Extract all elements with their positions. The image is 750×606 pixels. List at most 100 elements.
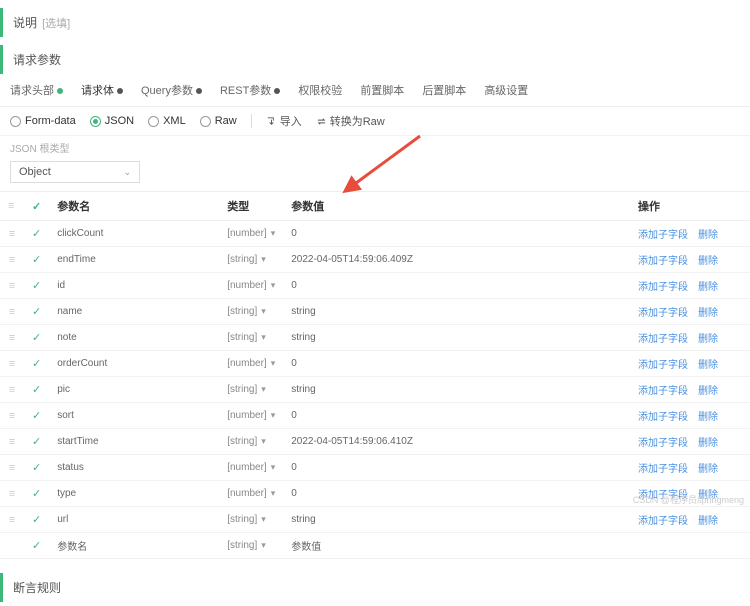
drag-handle-icon[interactable]: ≡ xyxy=(9,228,15,240)
tab-权限校验[interactable]: 权限校验 xyxy=(298,82,342,98)
param-value[interactable]: 0 xyxy=(283,455,630,481)
required-check-icon[interactable]: ✓ xyxy=(32,410,41,422)
drag-handle-icon[interactable]: ≡ xyxy=(9,384,15,396)
add-child-link[interactable]: 添加子字段 xyxy=(638,438,688,449)
required-check-icon[interactable]: ✓ xyxy=(32,540,41,552)
add-child-link[interactable]: 添加子字段 xyxy=(638,334,688,345)
param-type-select[interactable]: [string]▾ xyxy=(227,332,275,343)
param-name[interactable]: orderCount xyxy=(49,351,219,377)
param-value[interactable]: string xyxy=(283,507,630,533)
param-type-select[interactable]: [string]▾ xyxy=(227,306,275,317)
required-check-icon[interactable]: ✓ xyxy=(32,514,41,526)
delete-link[interactable]: 删除 xyxy=(698,412,718,423)
tab-请求头部[interactable]: 请求头部 xyxy=(10,82,63,98)
drag-handle-icon[interactable]: ≡ xyxy=(9,280,15,292)
required-check-icon[interactable]: ✓ xyxy=(32,306,41,318)
drag-handle-icon[interactable]: ≡ xyxy=(9,254,15,266)
drag-handle-icon[interactable]: ≡ xyxy=(9,306,15,318)
delete-link[interactable]: 删除 xyxy=(698,282,718,293)
param-value[interactable]: 0 xyxy=(283,481,630,507)
param-name[interactable]: type xyxy=(49,481,219,507)
param-name[interactable]: name xyxy=(49,299,219,325)
param-type-select[interactable]: [number]▾ xyxy=(227,358,275,369)
param-type-select[interactable]: [number]▾ xyxy=(227,410,275,421)
required-check-icon[interactable]: ✓ xyxy=(32,436,41,448)
required-check-icon[interactable]: ✓ xyxy=(32,358,41,370)
param-value-input[interactable]: 参数值 xyxy=(283,533,630,559)
add-child-link[interactable]: 添加子字段 xyxy=(638,256,688,267)
required-check-icon[interactable]: ✓ xyxy=(32,254,41,266)
tab-后置脚本[interactable]: 后置脚本 xyxy=(422,82,466,98)
param-name-input[interactable]: 参数名 xyxy=(49,533,219,559)
delete-link[interactable]: 删除 xyxy=(698,438,718,449)
param-name[interactable]: id xyxy=(49,273,219,299)
param-value[interactable]: string xyxy=(283,325,630,351)
param-name[interactable]: url xyxy=(49,507,219,533)
delete-link[interactable]: 删除 xyxy=(698,464,718,475)
param-value[interactable]: 0 xyxy=(283,351,630,377)
add-child-link[interactable]: 添加子字段 xyxy=(638,412,688,423)
add-child-link[interactable]: 添加子字段 xyxy=(638,360,688,371)
import-button[interactable]: 导入 xyxy=(266,113,302,129)
param-type-select[interactable]: [string]▾ xyxy=(227,384,275,395)
format-radio-raw[interactable]: Raw xyxy=(200,115,237,127)
drag-handle-icon[interactable]: ≡ xyxy=(9,488,15,500)
param-name[interactable]: startTime xyxy=(49,429,219,455)
drag-handle-icon[interactable]: ≡ xyxy=(9,358,15,370)
required-check-icon[interactable]: ✓ xyxy=(32,488,41,500)
param-value[interactable]: 0 xyxy=(283,221,630,247)
param-type-select[interactable]: [string]▾ xyxy=(227,254,275,265)
param-value[interactable]: 2022-04-05T14:59:06.410Z xyxy=(283,429,630,455)
param-value[interactable]: 0 xyxy=(283,273,630,299)
drag-handle-icon[interactable]: ≡ xyxy=(9,514,15,526)
tab-请求体[interactable]: 请求体 xyxy=(81,82,123,98)
required-check-icon[interactable]: ✓ xyxy=(32,332,41,344)
param-type-select[interactable]: [number]▾ xyxy=(227,462,275,473)
tab-Query参数[interactable]: Query参数 xyxy=(141,82,202,98)
add-child-link[interactable]: 添加子字段 xyxy=(638,282,688,293)
format-radio-xml[interactable]: XML xyxy=(148,115,186,127)
param-name[interactable]: clickCount xyxy=(49,221,219,247)
format-radio-form-data[interactable]: Form-data xyxy=(10,115,76,127)
root-type-select[interactable]: Object ⌄ xyxy=(10,161,140,183)
add-child-link[interactable]: 添加子字段 xyxy=(638,308,688,319)
param-type-select[interactable]: [string]▾ xyxy=(227,436,275,447)
tab-高级设置[interactable]: 高级设置 xyxy=(484,82,528,98)
required-check-icon[interactable]: ✓ xyxy=(32,384,41,396)
add-child-link[interactable]: 添加子字段 xyxy=(638,386,688,397)
tab-前置脚本[interactable]: 前置脚本 xyxy=(360,82,404,98)
delete-link[interactable]: 删除 xyxy=(698,386,718,397)
param-value[interactable]: 0 xyxy=(283,403,630,429)
add-child-link[interactable]: 添加子字段 xyxy=(638,516,688,527)
param-name[interactable]: note xyxy=(49,325,219,351)
add-child-link[interactable]: 添加子字段 xyxy=(638,464,688,475)
param-type-select[interactable]: [string]▾ xyxy=(227,540,275,551)
convert-button[interactable]: 转换为Raw xyxy=(316,113,385,129)
drag-handle-icon[interactable]: ≡ xyxy=(9,332,15,344)
delete-link[interactable]: 删除 xyxy=(698,308,718,319)
drag-handle-icon[interactable]: ≡ xyxy=(9,410,15,422)
tab-REST参数[interactable]: REST参数 xyxy=(220,82,280,98)
param-type-select[interactable]: [number]▾ xyxy=(227,280,275,291)
param-type-select[interactable]: [number]▾ xyxy=(227,488,275,499)
param-name[interactable]: sort xyxy=(49,403,219,429)
required-check-icon[interactable]: ✓ xyxy=(32,228,41,240)
param-value[interactable]: string xyxy=(283,377,630,403)
required-check-icon[interactable]: ✓ xyxy=(32,462,41,474)
param-value[interactable]: 2022-04-05T14:59:06.409Z xyxy=(283,247,630,273)
param-name[interactable]: status xyxy=(49,455,219,481)
add-child-link[interactable]: 添加子字段 xyxy=(638,230,688,241)
drag-handle-icon[interactable]: ≡ xyxy=(9,436,15,448)
delete-link[interactable]: 删除 xyxy=(698,516,718,527)
param-type-select[interactable]: [string]▾ xyxy=(227,514,275,525)
format-radio-json[interactable]: JSON xyxy=(90,115,134,127)
delete-link[interactable]: 删除 xyxy=(698,334,718,345)
delete-link[interactable]: 删除 xyxy=(698,256,718,267)
param-type-select[interactable]: [number]▾ xyxy=(227,228,275,239)
required-check-icon[interactable]: ✓ xyxy=(32,280,41,292)
param-name[interactable]: endTime xyxy=(49,247,219,273)
delete-link[interactable]: 删除 xyxy=(698,230,718,241)
delete-link[interactable]: 删除 xyxy=(698,360,718,371)
drag-handle-icon[interactable]: ≡ xyxy=(9,462,15,474)
param-value[interactable]: string xyxy=(283,299,630,325)
